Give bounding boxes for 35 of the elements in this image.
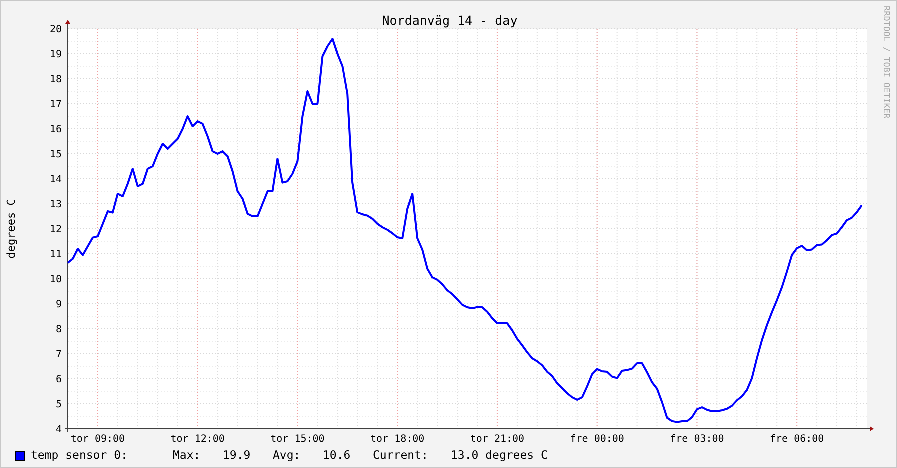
y-tick-label: 8 (56, 324, 62, 336)
y-tick-label: 18 (50, 74, 62, 86)
stat-value: 19.9 (223, 447, 252, 464)
y-tick-label: 9 (56, 300, 62, 310)
y-tick-label: 7 (56, 350, 62, 360)
y-tick-label: 15 (50, 150, 62, 160)
x-tick-label: fre 06:00 (770, 434, 824, 443)
x-tick-label: fre 03:00 (670, 434, 724, 443)
legend-label: temp sensor 0: (31, 447, 129, 464)
x-tick-label: tor 09:00 (70, 434, 126, 443)
x-tick-label: tor 12:00 (170, 434, 225, 443)
y-tick-label: 4 (56, 424, 62, 436)
credit-text: RRDTOOL / TOBI OETIKER (881, 6, 891, 119)
y-axis-label: degrees C (5, 199, 18, 259)
y-tick-label: 6 (56, 374, 62, 386)
x-tick-label: tor 21:00 (470, 434, 525, 443)
y-tick-label: 16 (50, 124, 62, 136)
x-tick-label: fre 00:00 (570, 434, 624, 443)
stat-value: 10.6 (323, 447, 352, 464)
x-tick-label: tor 18:00 (370, 434, 425, 443)
y-tick-label: 17 (50, 100, 62, 110)
y-tick-label: 13 (50, 200, 62, 210)
y-tick-label: 11 (50, 250, 62, 260)
stat-label: Current: (373, 447, 430, 464)
stat-label: Avg: (273, 447, 302, 464)
y-tick-label: 10 (50, 274, 62, 286)
y-tick-label: 19 (50, 50, 62, 60)
y-tick-label: 5 (56, 400, 62, 410)
y-tick-label: 20 (50, 24, 62, 36)
chart-title: Nordanväg 14 - day (382, 13, 518, 28)
stat-value: 13.0 degrees C (451, 447, 548, 464)
x-tick-label: tor 15:00 (270, 434, 325, 443)
stat-label: Max: (173, 447, 202, 464)
y-tick-label: 12 (50, 224, 62, 236)
y-tick-label: 14 (50, 174, 62, 186)
